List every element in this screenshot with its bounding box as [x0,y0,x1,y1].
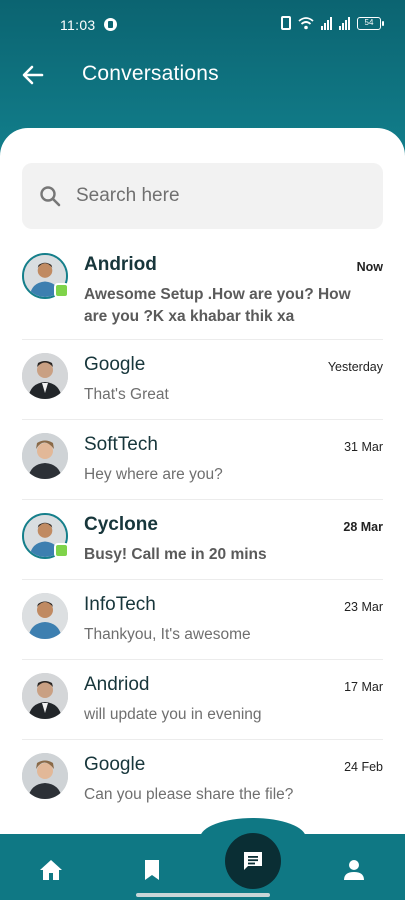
online-status-dot [54,543,69,558]
nav-home[interactable] [38,857,64,883]
bookmark-icon [145,860,159,880]
message-preview: Busy! Call me in 20 mins [84,546,267,563]
status-time: 11:03 [60,17,96,33]
message-time: 31 Mar [344,440,383,454]
message-preview: Thankyou, It's awesome [84,626,251,643]
search-icon [40,186,61,207]
message-time: Yesterday [327,360,383,374]
wifi-icon [298,17,314,30]
message-time: 23 Mar [344,600,383,614]
conversation-list: Andriod Now Awesome Setup .How are you? … [22,240,383,820]
chat-icon [244,852,262,870]
avatar [22,353,68,399]
conversation-item[interactable]: Cyclone 28 Mar Busy! Call me in 20 mins [22,500,383,580]
conversation-item[interactable]: Google Yesterday That's Great [22,340,383,420]
message-time: 17 Mar [344,680,383,694]
message-time: 28 Mar [343,520,383,534]
message-preview: will update you in evening [84,706,262,723]
message-preview: Can you please share the file? [84,786,294,803]
contact-name: Andriod [84,254,157,275]
contact-name: InfoTech [84,594,156,615]
message-preview: Hey where are you? [84,466,223,483]
signal-icon [321,16,332,30]
nav-profile[interactable] [341,857,367,883]
conversation-item[interactable]: Google 24 Feb Can you please share the f… [22,740,383,820]
notification-app-icon [104,18,117,31]
avatar [22,593,68,639]
main-content: Andriod Now Awesome Setup .How are you? … [0,128,405,840]
page-title: Conversations [82,62,219,85]
message-time: 24 Feb [344,760,383,774]
message-preview: Awesome Setup .How are you? How are you … [84,286,351,325]
conversation-item[interactable]: SoftTech 31 Mar Hey where are you? [22,420,383,500]
profile-icon [344,860,364,880]
avatar [22,753,68,799]
home-indicator[interactable] [136,893,270,897]
contact-name: Cyclone [84,514,158,535]
contact-name: Google [84,354,146,375]
nav-chat-button[interactable] [225,833,281,889]
conversation-item[interactable]: Andriod 17 Mar will update you in evenin… [22,660,383,740]
status-indicators: 54 [281,16,384,30]
search-box[interactable] [22,163,383,229]
vibrate-icon [281,16,291,30]
search-input[interactable] [76,177,366,215]
contact-name: Andriod [84,674,150,695]
message-time: Now [356,260,383,274]
battery-icon: 54 [357,16,384,30]
avatar [22,433,68,479]
arrow-left-icon [22,65,44,85]
nav-bookmark[interactable] [139,857,165,883]
conversation-item[interactable]: InfoTech 23 Mar Thankyou, It's awesome [22,580,383,660]
back-button[interactable] [20,62,46,88]
conversation-item[interactable]: Andriod Now Awesome Setup .How are you? … [22,240,383,340]
home-icon [40,860,62,880]
status-bar: 11:03 54 [0,0,405,48]
message-preview: That's Great [84,386,169,403]
contact-name: SoftTech [84,434,158,455]
contact-name: Google [84,754,146,775]
online-status-dot [54,283,69,298]
avatar [22,673,68,719]
signal-icon-2 [339,16,350,30]
